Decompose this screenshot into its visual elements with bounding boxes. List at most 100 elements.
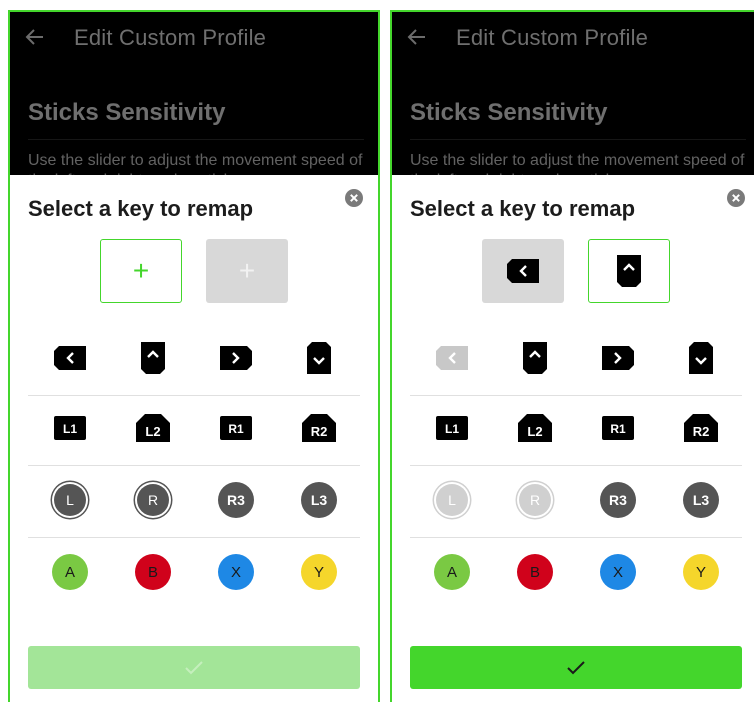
l1-icon: L1 bbox=[54, 416, 86, 440]
checkmark-icon bbox=[185, 660, 203, 674]
remap-slot-1[interactable]: + bbox=[100, 239, 182, 303]
l2-key[interactable]: L2 bbox=[515, 408, 555, 448]
dpad-right-icon bbox=[602, 346, 634, 370]
dpad-up-icon bbox=[523, 342, 547, 374]
sheet-title: Select a key to remap bbox=[410, 196, 636, 221]
dpad-up-icon bbox=[617, 255, 641, 287]
x-button[interactable]: X bbox=[598, 552, 638, 592]
y-button[interactable]: Y bbox=[299, 552, 339, 592]
modal-overlay bbox=[392, 12, 754, 175]
b-button-label: B bbox=[517, 554, 553, 590]
left-stick-key: L bbox=[432, 480, 472, 520]
b-button[interactable]: B bbox=[515, 552, 555, 592]
r1-icon: R1 bbox=[220, 416, 252, 440]
confirm-button[interactable] bbox=[28, 646, 360, 689]
r3-key[interactable]: R3 bbox=[598, 480, 638, 520]
l3-key[interactable]: L3 bbox=[299, 480, 339, 520]
screen-background: Edit Custom Profile Sticks Sensitivity U… bbox=[10, 12, 378, 175]
l2-label: L2 bbox=[527, 424, 542, 439]
remap-sheet: Select a key to remap L1 L2 R1 R2 L R R3… bbox=[392, 175, 754, 702]
dpad-left-icon bbox=[436, 346, 468, 370]
r2-icon: R2 bbox=[684, 414, 718, 442]
r3-key[interactable]: R3 bbox=[216, 480, 256, 520]
row-divider bbox=[28, 465, 360, 466]
dpad-down-icon bbox=[689, 342, 713, 374]
x-button-label: X bbox=[600, 554, 636, 590]
modal-overlay bbox=[10, 12, 378, 175]
a-button[interactable]: A bbox=[432, 552, 472, 592]
dpad-left-icon bbox=[54, 346, 86, 370]
a-button-label: A bbox=[52, 554, 88, 590]
row-divider bbox=[28, 537, 360, 538]
add-icon: + bbox=[238, 255, 256, 286]
x-button[interactable]: X bbox=[216, 552, 256, 592]
r2-label: R2 bbox=[693, 424, 710, 439]
y-button-label: Y bbox=[301, 554, 337, 590]
r2-key[interactable]: R2 bbox=[681, 408, 721, 448]
checkmark-icon bbox=[567, 660, 585, 674]
right-stick-label: R bbox=[137, 484, 169, 516]
l2-icon: L2 bbox=[136, 414, 170, 442]
dpad-left-icon bbox=[507, 259, 539, 283]
r1-label: R1 bbox=[610, 422, 626, 436]
y-button[interactable]: Y bbox=[681, 552, 721, 592]
row-divider bbox=[410, 465, 742, 466]
r3-label: R3 bbox=[218, 482, 254, 518]
right-stick-key: R bbox=[515, 480, 555, 520]
l2-icon: L2 bbox=[518, 414, 552, 442]
left-stick-label: L bbox=[54, 484, 86, 516]
r1-icon: R1 bbox=[602, 416, 634, 440]
r2-icon: R2 bbox=[302, 414, 336, 442]
l2-label: L2 bbox=[145, 424, 160, 439]
confirm-button[interactable] bbox=[410, 646, 742, 689]
x-button-label: X bbox=[218, 554, 254, 590]
r1-label: R1 bbox=[228, 422, 244, 436]
dpad-up-icon bbox=[141, 342, 165, 374]
panel-right: Edit Custom Profile Sticks Sensitivity U… bbox=[390, 10, 754, 702]
remap-sheet: Select a key to remap + + L1 L2 R1 R2 L … bbox=[10, 175, 378, 702]
dpad-down-key[interactable] bbox=[299, 338, 339, 378]
b-button-label: B bbox=[135, 554, 171, 590]
l2-key[interactable]: L2 bbox=[133, 408, 173, 448]
r2-label: R2 bbox=[311, 424, 328, 439]
sheet-title: Select a key to remap bbox=[28, 196, 254, 221]
l3-key[interactable]: L3 bbox=[681, 480, 721, 520]
dpad-right-key[interactable] bbox=[216, 338, 256, 378]
close-icon[interactable] bbox=[727, 189, 745, 207]
right-stick-key[interactable]: R bbox=[133, 480, 173, 520]
dpad-right-icon bbox=[220, 346, 252, 370]
close-icon[interactable] bbox=[345, 189, 363, 207]
l1-key[interactable]: L1 bbox=[50, 408, 90, 448]
a-button-label: A bbox=[434, 554, 470, 590]
r1-key[interactable]: R1 bbox=[216, 408, 256, 448]
l3-label: L3 bbox=[301, 482, 337, 518]
dpad-down-icon bbox=[307, 342, 331, 374]
panel-left: Edit Custom Profile Sticks Sensitivity U… bbox=[8, 10, 380, 702]
row-divider bbox=[28, 395, 360, 396]
dpad-down-key[interactable] bbox=[681, 338, 721, 378]
screen-background: Edit Custom Profile Sticks Sensitivity U… bbox=[392, 12, 754, 175]
a-button[interactable]: A bbox=[50, 552, 90, 592]
dpad-up-key[interactable] bbox=[133, 338, 173, 378]
y-button-label: Y bbox=[683, 554, 719, 590]
dpad-left-key[interactable] bbox=[50, 338, 90, 378]
left-stick-label: L bbox=[436, 484, 468, 516]
dpad-left-key bbox=[432, 338, 472, 378]
dpad-right-key[interactable] bbox=[598, 338, 638, 378]
add-icon: + bbox=[132, 255, 150, 286]
right-stick-label: R bbox=[519, 484, 551, 516]
r3-label: R3 bbox=[600, 482, 636, 518]
l1-label: L1 bbox=[445, 422, 459, 436]
dpad-up-key[interactable] bbox=[515, 338, 555, 378]
r2-key[interactable]: R2 bbox=[299, 408, 339, 448]
l1-key[interactable]: L1 bbox=[432, 408, 472, 448]
row-divider bbox=[410, 537, 742, 538]
left-stick-key[interactable]: L bbox=[50, 480, 90, 520]
l3-label: L3 bbox=[683, 482, 719, 518]
remap-slot-2[interactable]: + bbox=[206, 239, 288, 303]
remap-slot-1[interactable] bbox=[482, 239, 564, 303]
l1-icon: L1 bbox=[436, 416, 468, 440]
b-button[interactable]: B bbox=[133, 552, 173, 592]
r1-key[interactable]: R1 bbox=[598, 408, 638, 448]
remap-slot-2[interactable] bbox=[588, 239, 670, 303]
